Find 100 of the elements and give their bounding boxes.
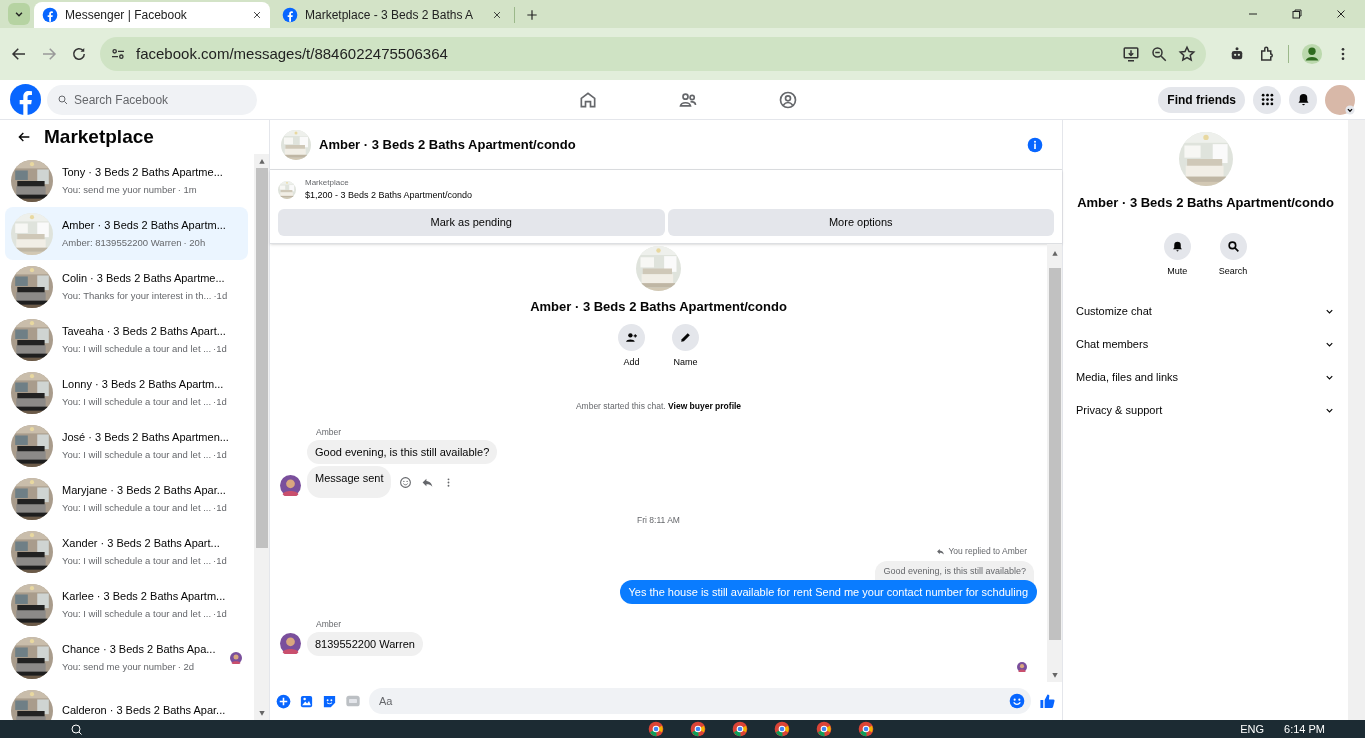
section-row[interactable]: Privacy & support: [1063, 394, 1348, 427]
message-preview: You: I will schedule a tour and let ...: [62, 607, 212, 622]
timestamp: Fri 8:11 AM: [637, 514, 680, 527]
conversation-item[interactable]: Tony · 3 Beds 2 Baths Apartme... You: send me yuor number · 1m: [5, 154, 248, 207]
button-label: Name: [673, 356, 698, 369]
caret-icon: [1345, 104, 1355, 115]
action-button[interactable]: Mark as pending: [278, 208, 665, 236]
conversation-item[interactable]: Chance · 3 Beds 2 Baths Apa... You: send me your number · 2d: [5, 631, 248, 684]
zoom-out-icon[interactable]: [1150, 45, 1168, 63]
conversation-item[interactable]: Karlee · 3 Beds 2 Baths Apartm... You: I will schedule a tour and let ... ·1d: [5, 578, 248, 631]
button-label: Add: [623, 356, 640, 369]
chrome-icon[interactable]: [648, 721, 665, 737]
message-preview: You: I will schedule a tour and let ...: [62, 501, 212, 516]
groups-icon[interactable]: [777, 89, 798, 110]
message-time: ·1d: [213, 342, 227, 357]
plus-icon[interactable]: [276, 693, 291, 709]
tab-search-button[interactable]: [8, 3, 30, 25]
section-row[interactable]: Media, files and links: [1063, 361, 1348, 394]
sidebar-title: Marketplace: [44, 124, 154, 149]
conversation-item[interactable]: Taveaha · 3 Beds 2 Baths Apart... You: I will schedule a tour and let ... ·1d: [5, 313, 248, 366]
section-row[interactable]: Chat members: [1063, 328, 1348, 361]
scroll-down-icon[interactable]: [1050, 671, 1059, 679]
like-icon[interactable]: [1039, 692, 1056, 710]
photo-icon[interactable]: [299, 693, 314, 709]
browser-tab[interactable]: Marketplace - 3 Beds 2 Baths A: [274, 2, 510, 28]
message-time: · 1m: [177, 183, 197, 198]
message-preview: You: send me yuor number: [62, 183, 176, 198]
message-time: ·1d: [213, 448, 227, 463]
message-time: ·1d: [213, 395, 227, 410]
close-icon[interactable]: [252, 10, 262, 20]
message-preview: You: I will schedule a tour and let ...: [62, 554, 212, 569]
conversation-item[interactable]: Xander · 3 Beds 2 Baths Apart... You: I will schedule a tour and let ... ·1d: [5, 525, 248, 578]
restore-icon[interactable]: [1291, 8, 1303, 20]
reply-icon: [936, 546, 946, 556]
chrome-icon[interactable]: [690, 721, 707, 737]
profile-action-button[interactable]: [618, 324, 645, 351]
message-time: · 2d: [177, 660, 195, 675]
facebook-icon: [282, 7, 298, 23]
scroll-down-icon[interactable]: [257, 709, 266, 717]
language-indicator[interactable]: ENG: [1240, 720, 1265, 738]
message-field[interactable]: Aa: [369, 688, 1031, 714]
clock[interactable]: 6:14 PM: [1284, 720, 1325, 738]
browser-tab[interactable]: Messenger | Facebook: [34, 2, 270, 28]
sender-name: Amber: [316, 427, 342, 438]
message-bubble: Yes the house is still available for rent Send me your contact number for schduling: [619, 580, 1037, 605]
search-icon: [57, 93, 69, 106]
address-bar[interactable]: facebook.com/messages/t/8846022475506364: [100, 37, 1206, 71]
buyer-profile-link[interactable]: View buyer profile: [668, 400, 742, 411]
message-time: ·1d: [213, 554, 227, 569]
conversation-item[interactable]: Maryjane · 3 Beds 2 Baths Apar... You: I will schedule a tour and let ... ·1d: [5, 472, 248, 525]
details-name: Amber · 3 Beds 2 Baths Apartment/condo: [1077, 194, 1334, 212]
chrome-icon[interactable]: [774, 721, 791, 737]
conversation-item[interactable]: José · 3 Beds 2 Baths Apartmen... You: I will schedule a tour and let ... ·1d: [5, 419, 248, 472]
message-preview: Amber: 8139552200 Warren: [62, 236, 182, 251]
search-icon: [1226, 239, 1240, 253]
listing-title: $1,200 - 3 Beds 2 Baths Apartment/condo: [305, 189, 473, 202]
chat-title: Amber · 3 Beds 2 Baths Apartment/condo: [319, 135, 577, 154]
section-row[interactable]: Customize chat: [1063, 295, 1348, 328]
message-preview: You: I will schedule a tour and let ...: [62, 448, 212, 463]
notifications-button[interactable]: [1289, 85, 1317, 114]
conversation-item[interactable]: Colin · 3 Beds 2 Baths Apartme... You: Thanks for your interest in th... ·1d: [5, 260, 248, 313]
emoji-icon[interactable]: [1009, 693, 1025, 709]
facebook-logo-icon[interactable]: [10, 84, 41, 115]
chrome-icon[interactable]: [816, 721, 833, 737]
bookmark-star-icon[interactable]: [1178, 45, 1196, 63]
conversation-item[interactable]: Lonny · 3 Beds 2 Baths Apartm... You: I will schedule a tour and let ... ·1d: [5, 366, 248, 419]
scrollbar-thumb[interactable]: [255, 168, 268, 548]
search-icon[interactable]: [70, 723, 82, 735]
sender-name: Amber: [316, 619, 342, 630]
message-time: · 20h: [183, 236, 206, 251]
info-icon[interactable]: [1027, 136, 1043, 153]
close-icon[interactable]: [1335, 8, 1347, 20]
profile-action-button[interactable]: [672, 324, 699, 351]
conversation-item[interactable]: Amber · 3 Beds 2 Baths Apartm... Amber: 8139552200 Warren · 20h: [5, 207, 248, 260]
message-preview: You: I will schedule a tour and let ...: [62, 395, 212, 410]
chrome-icon[interactable]: [732, 721, 749, 737]
menu-button[interactable]: [1253, 85, 1281, 114]
scroll-up-icon[interactable]: [257, 157, 266, 165]
chrome-icon[interactable]: [858, 721, 875, 737]
find-friends-button[interactable]: Find friends: [1158, 86, 1245, 113]
install-icon[interactable]: [1122, 45, 1140, 63]
sticker-icon[interactable]: [322, 693, 337, 709]
profile-name: Amber · 3 Beds 2 Baths Apartment/condo: [530, 297, 787, 316]
action-button[interactable]: More options: [667, 208, 1054, 236]
details-action-button[interactable]: [1219, 232, 1247, 260]
site-settings-icon[interactable]: [110, 46, 126, 62]
add-person-icon: [625, 331, 638, 344]
message-bubble: Good evening, is this still available?: [307, 440, 498, 465]
reload-icon[interactable]: [70, 45, 88, 63]
extensions-icon[interactable]: [1258, 45, 1276, 63]
new-tab-icon[interactable]: [525, 8, 539, 22]
details-action-button[interactable]: [1163, 232, 1191, 260]
profile-icon[interactable]: [1301, 43, 1323, 65]
message-time: ·1d: [213, 501, 227, 516]
button-label: Search: [1218, 264, 1248, 278]
back-icon[interactable]: [10, 45, 28, 63]
scrollbar-thumb[interactable]: [1048, 267, 1061, 640]
close-icon[interactable]: [492, 10, 502, 20]
emoji-icon[interactable]: [399, 475, 413, 489]
search-field[interactable]: Search Facebook: [47, 84, 257, 115]
